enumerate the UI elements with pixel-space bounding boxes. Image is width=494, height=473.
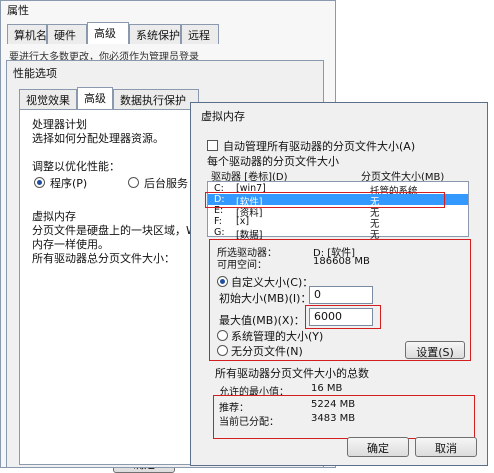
auto-manage-label: 自动管理所有驱动器的分页文件大小(A) bbox=[223, 140, 416, 153]
virtual-memory-total: 所有驱动器总分页文件大小： bbox=[32, 252, 175, 265]
tab-perf-advanced[interactable]: 高级 bbox=[77, 87, 113, 109]
radio-system-managed[interactable] bbox=[217, 330, 228, 341]
recommended-value: 5224 MB bbox=[311, 399, 356, 410]
cancel-button[interactable]: 取消 bbox=[415, 437, 477, 457]
tab-dep[interactable]: 数据执行保护 bbox=[113, 89, 199, 109]
recommended-label: 推荐： bbox=[219, 403, 249, 414]
drive-list[interactable]: C: [win7] 托管的系统 D: [软件] 无 E: [资料] 无 F: [x] 无 G:[… bbox=[207, 181, 469, 241]
system-properties-tabbar: 算机名 硬件 高级 系统保护 远程 bbox=[7, 22, 327, 44]
radio-background[interactable] bbox=[128, 177, 139, 188]
processor-desc: 选择如何分配处理器资源。 bbox=[32, 132, 164, 145]
drive-row-f[interactable]: F: [x] 无 bbox=[208, 216, 468, 230]
performance-options-title: 性能选项 bbox=[13, 67, 57, 80]
virtual-memory-dialog: 虚拟内存 自动管理所有驱动器的分页文件大小(A) 每个驱动器的分页文件大小 驱动… bbox=[190, 102, 488, 466]
min-allowed-value: 16 MB bbox=[311, 383, 343, 394]
auto-manage-checkbox[interactable] bbox=[207, 140, 218, 151]
current-allocated-label: 当前已分配： bbox=[219, 417, 279, 428]
radio-custom-size[interactable] bbox=[217, 276, 228, 287]
radio-programs-label: 程序(P) bbox=[50, 177, 88, 190]
per-drive-group-label: 每个驱动器的分页文件大小 bbox=[207, 155, 339, 168]
highlight-drive-d bbox=[205, 192, 445, 208]
initial-size-input[interactable]: 0 bbox=[309, 286, 373, 304]
set-button[interactable]: 设置(S) bbox=[405, 341, 465, 359]
tab-system-protection[interactable]: 系统保护 bbox=[129, 24, 181, 44]
radio-no-paging-label: 无分页文件(N) bbox=[231, 345, 303, 358]
tab-computer-name[interactable]: 算机名 bbox=[7, 24, 47, 44]
radio-background-label: 后台服务 bbox=[144, 177, 188, 190]
radio-programs[interactable] bbox=[34, 177, 45, 188]
system-properties-title: 属性 bbox=[7, 4, 29, 17]
tab-advanced[interactable]: 高级 bbox=[87, 22, 129, 44]
drive-row-g[interactable]: G: [数据] 无 bbox=[208, 227, 468, 241]
ok-button[interactable]: 确定 bbox=[347, 437, 409, 457]
radio-no-paging[interactable] bbox=[217, 345, 228, 356]
tab-hardware[interactable]: 硬件 bbox=[47, 24, 87, 44]
initial-size-label: 初始大小(MB)(I)： bbox=[219, 292, 312, 305]
radio-custom-size-label: 自定义大小(C)： bbox=[231, 276, 314, 289]
tab-remote[interactable]: 远程 bbox=[181, 24, 219, 44]
current-allocated-value: 3483 MB bbox=[311, 413, 356, 424]
adjust-label: 调整以优化性能： bbox=[32, 160, 120, 173]
total-group-label: 所有驱动器分页文件大小的总数 bbox=[215, 367, 369, 380]
tab-visual-effects[interactable]: 视觉效果 bbox=[19, 89, 77, 109]
free-space-label: 可用空间： bbox=[217, 260, 267, 271]
free-space-value: 186608 MB bbox=[313, 256, 370, 267]
highlight-max-size bbox=[305, 305, 381, 329]
virtual-memory-title: 虚拟内存 bbox=[201, 110, 245, 123]
max-size-label: 最大值(MB)(X)： bbox=[219, 314, 305, 327]
radio-system-managed-label: 系统管理的大小(Y) bbox=[231, 330, 324, 343]
